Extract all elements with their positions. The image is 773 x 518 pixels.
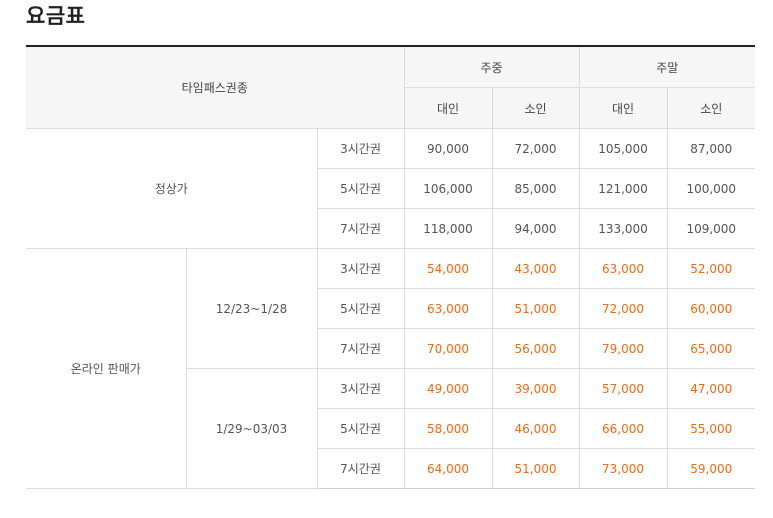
header-weekday: 주중 xyxy=(403,45,580,88)
header-weekday-adult: 대인 xyxy=(404,87,493,129)
sale-price-cell: 72,000 xyxy=(578,288,668,329)
table-row: 정상가 3시간권 90,000 72,000 105,000 87,000 xyxy=(26,128,755,249)
page-title: 요금표 xyxy=(26,4,86,28)
regular-price-label: 정상가 xyxy=(26,128,318,249)
price-cell: 94,000 xyxy=(491,208,580,249)
sale-price-cell: 73,000 xyxy=(578,448,668,489)
sale-price-cell: 43,000 xyxy=(491,248,580,289)
sale-price-cell: 47,000 xyxy=(666,368,755,409)
duration-cell: 7시간권 xyxy=(317,448,405,489)
duration-cell: 3시간권 xyxy=(316,248,405,289)
duration-cell: 5시간권 xyxy=(317,408,405,449)
sale-price-cell: 66,000 xyxy=(578,408,668,449)
duration-cell: 3시간권 xyxy=(316,368,405,409)
sale-price-cell: 57,000 xyxy=(578,368,668,409)
price-cell: 133,000 xyxy=(578,208,668,249)
header-weekend-child: 소인 xyxy=(666,87,755,129)
sale-price-cell: 59,000 xyxy=(666,448,755,489)
price-cell: 72,000 xyxy=(491,128,580,169)
period-label: 12/23~1/28 xyxy=(185,248,318,369)
price-cell: 100,000 xyxy=(666,168,755,209)
price-cell: 118,000 xyxy=(403,208,493,249)
sale-price-cell: 39,000 xyxy=(491,368,580,409)
duration-cell: 7시간권 xyxy=(317,328,405,369)
fare-table: 타임패스권종 주중 주말 대인 소인 대인 소인 정상가 3시간권 90,000… xyxy=(26,45,755,489)
price-cell: 106,000 xyxy=(403,168,493,209)
sale-price-cell: 55,000 xyxy=(666,408,755,449)
header-weekend-adult: 대인 xyxy=(578,87,668,129)
header-weekend: 주말 xyxy=(578,45,755,88)
duration-cell: 3시간권 xyxy=(316,128,405,169)
price-cell: 109,000 xyxy=(666,208,755,249)
sale-price-cell: 58,000 xyxy=(403,408,493,449)
sale-price-cell: 46,000 xyxy=(491,408,580,449)
header-weekday-child: 소인 xyxy=(491,87,580,129)
online-price-label: 온라인 판매가 xyxy=(26,248,187,489)
sale-price-cell: 65,000 xyxy=(666,328,755,369)
price-cell: 121,000 xyxy=(578,168,668,209)
sale-price-cell: 64,000 xyxy=(403,448,493,489)
sale-price-cell: 70,000 xyxy=(403,328,493,369)
duration-cell: 5시간권 xyxy=(317,288,405,329)
sale-price-cell: 63,000 xyxy=(403,288,493,329)
sale-price-cell: 51,000 xyxy=(491,288,580,329)
duration-cell: 5시간권 xyxy=(317,168,405,209)
price-cell: 85,000 xyxy=(491,168,580,209)
header-ticket-type: 타임패스권종 xyxy=(26,45,405,129)
period-label: 1/29~03/03 xyxy=(186,368,318,489)
sale-price-cell: 52,000 xyxy=(666,248,755,289)
sale-price-cell: 54,000 xyxy=(403,248,493,289)
sale-price-cell: 49,000 xyxy=(403,368,493,409)
table-row: 온라인 판매가 12/23~1/28 3시간권 54,000 43,000 63… xyxy=(26,248,755,489)
price-cell: 90,000 xyxy=(403,128,493,169)
duration-cell: 7시간권 xyxy=(317,208,405,249)
price-cell: 87,000 xyxy=(666,128,755,169)
sale-price-cell: 60,000 xyxy=(666,288,755,329)
sale-price-cell: 63,000 xyxy=(578,248,668,289)
sale-price-cell: 51,000 xyxy=(491,448,580,489)
sale-price-cell: 79,000 xyxy=(578,328,668,369)
price-cell: 105,000 xyxy=(578,128,668,169)
sale-price-cell: 56,000 xyxy=(491,328,580,369)
